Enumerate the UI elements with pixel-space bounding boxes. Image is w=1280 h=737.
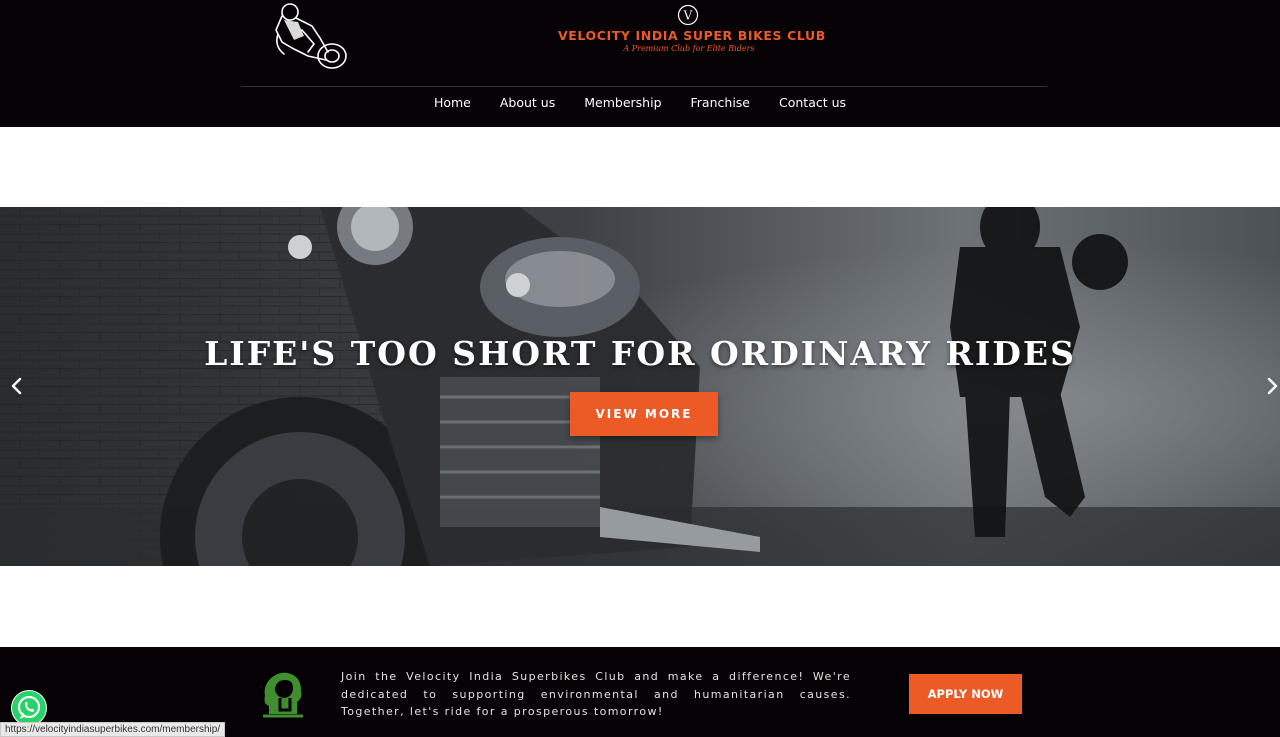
eco-head-icon: [263, 672, 303, 718]
brand-logo[interactable]: V VELOCITY INDIA SUPER BIKES CLUB A Prem…: [558, 4, 826, 54]
nav-item-contact-us[interactable]: Contact us: [779, 95, 846, 111]
brand-tagline: A Premium Club for Elite Riders: [623, 44, 755, 53]
chevron-left-icon[interactable]: [8, 377, 26, 395]
status-bar-url: https://velocityindiasuperbikes.com/memb…: [0, 722, 226, 737]
nav-item-franchise[interactable]: Franchise: [691, 95, 750, 111]
whatsapp-icon: [12, 691, 46, 725]
cause-description: Join the Velocity India Superbikes Club …: [341, 670, 851, 718]
nav-item-membership[interactable]: Membership: [584, 95, 661, 111]
whatsapp-chat-button[interactable]: [11, 690, 47, 726]
hero-slider: [0, 207, 1280, 566]
nav-item-about-us[interactable]: About us: [500, 95, 555, 111]
header-divider: [241, 86, 1047, 87]
chevron-right-icon[interactable]: [1263, 377, 1280, 395]
hero-background-image: [0, 207, 1280, 566]
apply-now-button[interactable]: APPLY NOW: [909, 674, 1022, 714]
brand-mark-icon: V: [677, 4, 699, 26]
hero-headline: LIFE'S TOO SHORT FOR ORDINARY RIDES: [204, 334, 1076, 373]
main-nav: Home About us Membership Franchise Conta…: [0, 95, 1280, 111]
brand-mark-letter: V: [683, 9, 693, 23]
view-more-button[interactable]: VIEW MORE: [570, 392, 718, 436]
site-header: V VELOCITY INDIA SUPER BIKES CLUB A Prem…: [0, 0, 1280, 127]
rider-logo-icon[interactable]: [268, 0, 354, 74]
brand-title: VELOCITY INDIA SUPER BIKES CLUB: [558, 28, 826, 43]
nav-item-home[interactable]: Home: [434, 95, 471, 111]
